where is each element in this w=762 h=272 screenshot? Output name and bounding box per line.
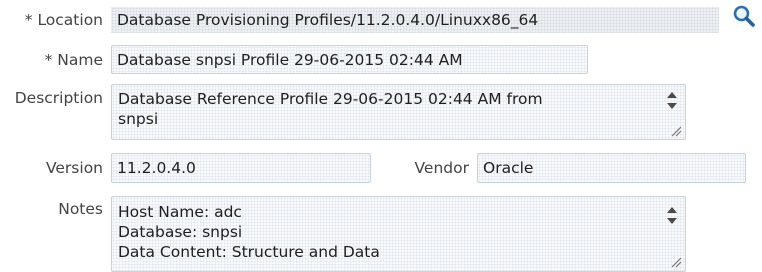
description-line: Database Reference Profile 29-06-2015 02… <box>118 90 543 108</box>
version-value: 11.2.0.4.0 <box>117 159 196 177</box>
notes-line: Database: snpsi <box>118 223 243 241</box>
spinner-arrows-icon[interactable] <box>663 203 681 229</box>
version-input[interactable]: 11.2.0.4.0 <box>111 153 371 183</box>
vendor-label: Vendor <box>414 159 469 177</box>
version-label: Version <box>46 159 103 177</box>
notes-text: Host Name: adc Database: snpsi Data Cont… <box>118 202 657 262</box>
description-line: snpsi <box>118 110 159 128</box>
spinner-arrows-icon[interactable] <box>663 88 681 114</box>
resize-grip-icon[interactable] <box>670 125 682 137</box>
description-textarea[interactable]: Database Reference Profile 29-06-2015 02… <box>111 84 686 140</box>
name-label: * Name <box>44 51 103 69</box>
location-value: Database Provisioning Profiles/11.2.0.4.… <box>117 11 539 29</box>
resize-grip-icon[interactable] <box>670 256 682 268</box>
notes-textarea[interactable]: Host Name: adc Database: snpsi Data Cont… <box>111 196 686 272</box>
vendor-value: Oracle <box>483 159 534 177</box>
notes-label: Notes <box>58 200 103 218</box>
search-location-button[interactable] <box>732 4 756 28</box>
notes-line: Data Content: Structure and Data <box>118 243 380 261</box>
location-field: Database Provisioning Profiles/11.2.0.4.… <box>111 7 719 33</box>
name-input[interactable]: Database snpsi Profile 29-06-2015 02:44 … <box>111 45 588 74</box>
search-icon <box>733 5 755 27</box>
description-label: Description <box>14 89 103 107</box>
name-value: Database snpsi Profile 29-06-2015 02:44 … <box>117 51 463 69</box>
location-label: * Location <box>24 11 103 29</box>
description-text: Database Reference Profile 29-06-2015 02… <box>118 89 657 129</box>
vendor-input[interactable]: Oracle <box>477 153 746 183</box>
notes-line: Host Name: adc <box>118 203 242 221</box>
